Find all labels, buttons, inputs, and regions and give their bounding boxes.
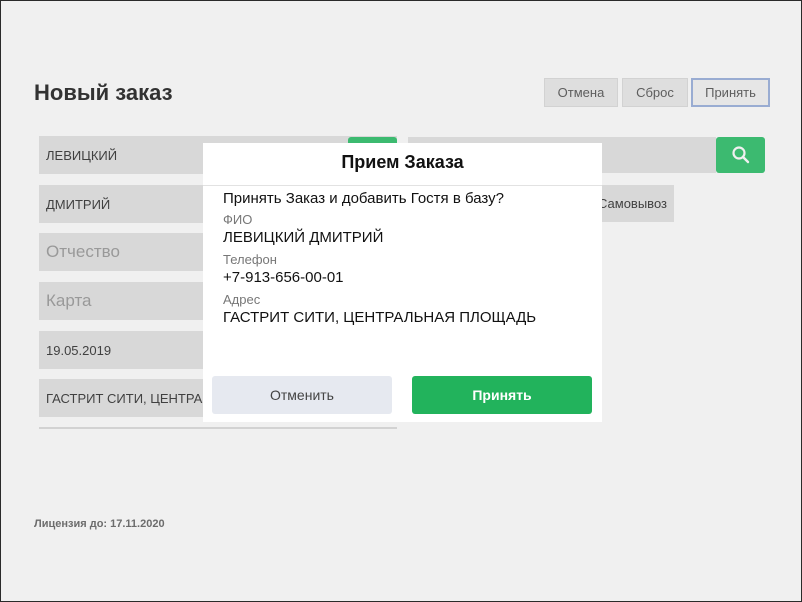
fio-value: ЛЕВИЦКИЙ ДМИТРИЙ — [223, 229, 384, 246]
address-value: ГАСТРИТ СИТИ, ЦЕНТРАЛЬНАЯ ПЛОЩАДЬ — [223, 309, 537, 326]
phone-label: Телефон — [223, 252, 277, 267]
dialog-accept-button[interactable]: Принять — [412, 376, 592, 414]
dialog-title: Прием Заказа — [341, 152, 464, 172]
dialog-divider — [203, 185, 602, 186]
address-label: Адрес — [223, 292, 261, 307]
fio-label: ФИО — [223, 212, 253, 227]
accept-order-dialog: Прием Заказа Принять Заказ и добавить Го… — [203, 143, 602, 422]
app-window: Новый заказ Отмена Сброс Принять ЛЕВИЦКИ… — [0, 0, 802, 602]
dialog-cancel-button[interactable]: Отменить — [212, 376, 392, 414]
dialog-question: Принять Заказ и добавить Гостя в базу? — [223, 190, 504, 207]
phone-value: +7-913-656-00-01 — [223, 269, 344, 286]
